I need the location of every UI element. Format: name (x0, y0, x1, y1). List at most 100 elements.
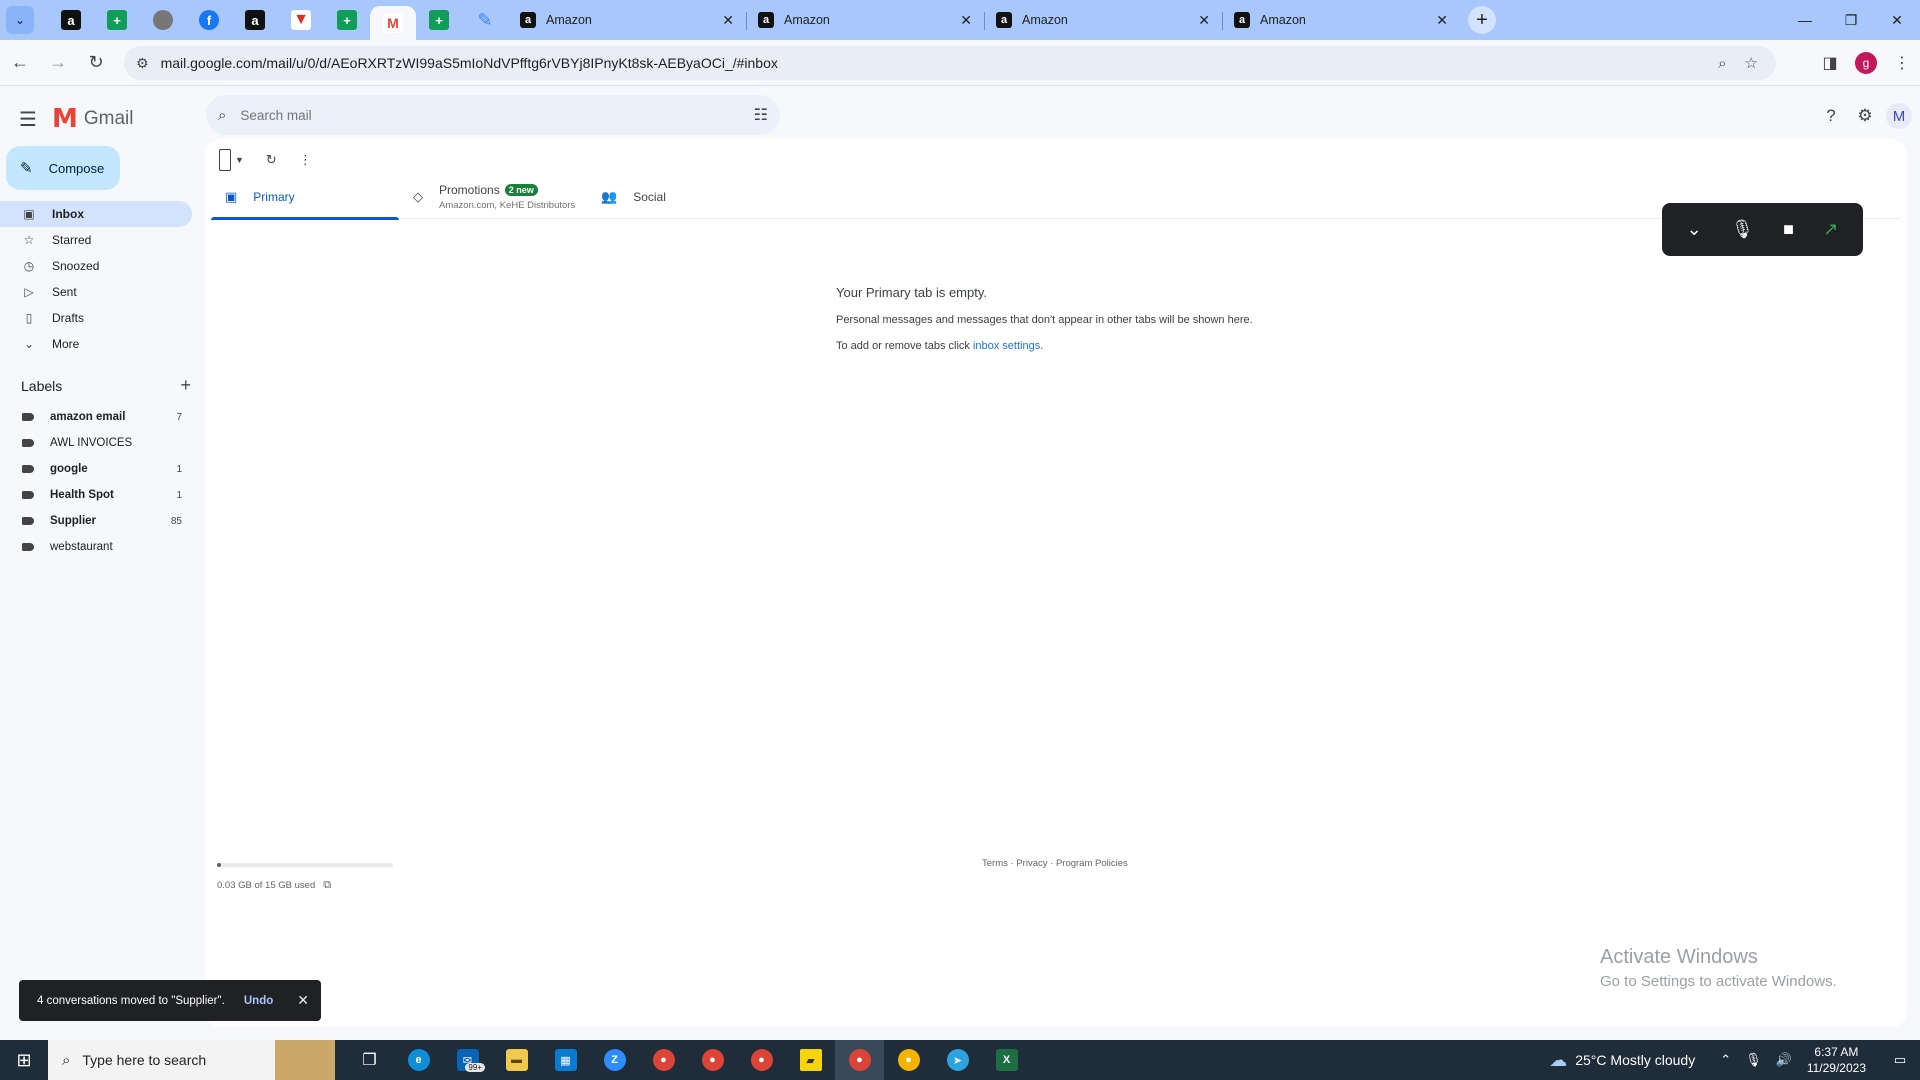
sidebar-item-starred[interactable]: ☆ Starred (0, 227, 192, 253)
browser-tab[interactable]: a Amazon ✕ (746, 3, 984, 37)
taskbar-chrome[interactable]: ● (639, 1040, 688, 1080)
main-menu-icon[interactable]: ☰ (4, 95, 52, 143)
pinned-tab-gmail[interactable]: M (370, 6, 416, 40)
select-all-checkbox[interactable] (219, 149, 231, 171)
label-item[interactable]: Supplier 85 (0, 508, 192, 534)
storage-usage: 0.03 GB of 15 GB used ⧉ (217, 863, 393, 892)
browser-menu-icon[interactable]: ⋮ (1884, 45, 1920, 81)
site-info-icon[interactable]: ⚙ (136, 55, 149, 72)
tab-promotions[interactable]: ◇ Promotions 2 new Amazon.com, KeHE Dist… (399, 175, 587, 219)
minimize-button[interactable]: — (1782, 0, 1828, 40)
camera-icon[interactable]: ■ (1783, 219, 1794, 240)
sidebar-item-label: Starred (52, 233, 92, 247)
browser-tab[interactable]: a Amazon ✕ (508, 3, 746, 37)
taskbar-chrome-2[interactable]: ● (688, 1040, 737, 1080)
taskbar-clock[interactable]: 6:37 AM 11/29/2023 (1807, 1044, 1866, 1076)
terms-link[interactable]: Terms (982, 858, 1008, 869)
sidebar-item-label: More (52, 337, 80, 351)
label-item[interactable]: google 1 (0, 456, 192, 482)
gmail-logo[interactable]: M Gmail (52, 104, 134, 134)
help-icon[interactable]: ? (1814, 99, 1848, 133)
tab-social[interactable]: 👥 Social (587, 175, 775, 219)
pinned-tab-sheets-2[interactable]: + (324, 3, 370, 37)
side-panel-icon[interactable]: ◨ (1812, 45, 1848, 81)
mic-off-icon[interactable]: 🎙 (1731, 219, 1754, 240)
label-item[interactable]: AWL INVOICES (0, 430, 192, 456)
taskbar-mail[interactable]: ✉ 99+ (443, 1040, 492, 1080)
new-tab-button[interactable]: + (1468, 6, 1496, 34)
forward-button[interactable]: → (40, 45, 76, 81)
taskbar-chrome-active[interactable]: ● (835, 1040, 884, 1080)
taskbar-store[interactable]: ▦ (541, 1040, 590, 1080)
bookmark-star-icon[interactable]: ☆ (1745, 54, 1758, 72)
search-input[interactable] (240, 107, 754, 123)
inbox-settings-link[interactable]: inbox settings (973, 340, 1040, 352)
browser-tab[interactable]: a Amazon ✕ (984, 3, 1222, 37)
tab-search-button[interactable]: ⌄ (6, 6, 34, 34)
create-label-button[interactable]: + (180, 375, 191, 396)
reload-button[interactable]: ↻ (78, 45, 114, 81)
pinned-tab-feather[interactable]: ✎ (462, 3, 508, 37)
pinned-tab-red[interactable]: ▼ (278, 3, 324, 37)
close-window-button[interactable]: ✕ (1874, 0, 1920, 40)
label-item[interactable]: webstaurant (0, 534, 192, 560)
collapse-chevron-icon[interactable]: ⌄ (1687, 219, 1702, 240)
open-in-new-icon[interactable]: ↗ (1823, 219, 1838, 240)
sidebar-item-inbox[interactable]: ▣ Inbox (0, 201, 192, 227)
select-dropdown-icon[interactable]: ▼ (235, 149, 244, 171)
pinned-tab-sheets-3[interactable]: + (416, 3, 462, 37)
pinned-tab-sheets[interactable]: + (94, 3, 140, 37)
privacy-link[interactable]: Privacy (1016, 858, 1047, 869)
close-icon[interactable]: ✕ (297, 992, 309, 1009)
more-options-icon[interactable]: ⋮ (299, 149, 312, 171)
label-item[interactable]: amazon email 7 (0, 404, 192, 430)
profile-avatar[interactable]: g (1855, 52, 1877, 74)
chevron-up-icon[interactable]: ⌃ (1720, 1052, 1731, 1068)
taskbar-search[interactable]: ⌕ Type here to search (48, 1040, 335, 1080)
close-icon[interactable]: ✕ (960, 12, 972, 29)
compose-button[interactable]: ✎ Compose (6, 146, 120, 190)
taskbar-zoom[interactable]: Z (590, 1040, 639, 1080)
sidebar-item-snoozed[interactable]: ◷ Snoozed (0, 253, 192, 279)
pinned-tab-facebook[interactable]: f (186, 3, 232, 37)
tab-primary[interactable]: ▣ Primary (211, 175, 399, 220)
task-view-icon[interactable]: ❐ (345, 1040, 394, 1080)
microphone-icon[interactable]: 🎙 (1745, 1052, 1762, 1068)
label-item[interactable]: Health Spot 1 (0, 482, 192, 508)
pinned-tab-amazon[interactable]: a (48, 3, 94, 37)
browser-tab[interactable]: a Amazon ✕ (1222, 3, 1460, 37)
taskbar-excel[interactable]: X (982, 1040, 1031, 1080)
account-avatar[interactable]: M (1886, 103, 1912, 129)
search-icon[interactable]: ⌕ (218, 107, 226, 124)
address-bar[interactable]: ⚙ mail.google.com/mail/u/0/d/AEoRXRTzWI9… (124, 46, 1776, 80)
settings-gear-icon[interactable]: ⚙ (1848, 99, 1882, 133)
taskbar-file-explorer[interactable]: ▬ (492, 1040, 541, 1080)
sidebar-item-drafts[interactable]: ▯ Drafts (0, 305, 192, 331)
sidebar-item-more[interactable]: ⌄ More (0, 331, 192, 357)
windows-start-icon[interactable]: ⊞ (0, 1040, 48, 1080)
weather-widget[interactable]: ☁ 25°C Mostly cloudy (1549, 1050, 1695, 1071)
notifications-icon[interactable]: ▭ (1880, 1052, 1920, 1068)
pinned-tab-amazon-2[interactable]: a (232, 3, 278, 37)
taskbar-sticky-notes[interactable]: ▰ (786, 1040, 835, 1080)
label-name: AWL INVOICES (50, 437, 133, 449)
refresh-icon[interactable]: ↻ (266, 149, 277, 171)
pinned-tab-globe[interactable] (140, 3, 186, 37)
program-policies-link[interactable]: Program Policies (1056, 858, 1128, 869)
restore-button[interactable]: ❐ (1828, 0, 1874, 40)
taskbar-chrome-3[interactable]: ● (737, 1040, 786, 1080)
external-link-icon[interactable]: ⧉ (323, 879, 331, 892)
taskbar-edge[interactable]: e (394, 1040, 443, 1080)
sidebar-item-sent[interactable]: ▷ Sent (0, 279, 192, 305)
amazon-icon: a (758, 12, 774, 28)
volume-icon[interactable]: 🔊 (1776, 1052, 1792, 1068)
undo-button[interactable]: Undo (244, 995, 273, 1007)
close-icon[interactable]: ✕ (722, 12, 734, 29)
zoom-icon[interactable]: ⌕ (1718, 55, 1726, 72)
close-icon[interactable]: ✕ (1198, 12, 1210, 29)
back-button[interactable]: ← (2, 45, 38, 81)
taskbar-telegram[interactable]: ➤ (933, 1040, 982, 1080)
close-icon[interactable]: ✕ (1436, 12, 1448, 29)
taskbar-chrome-4[interactable]: ● (884, 1040, 933, 1080)
search-options-icon[interactable]: ☷ (754, 105, 768, 125)
